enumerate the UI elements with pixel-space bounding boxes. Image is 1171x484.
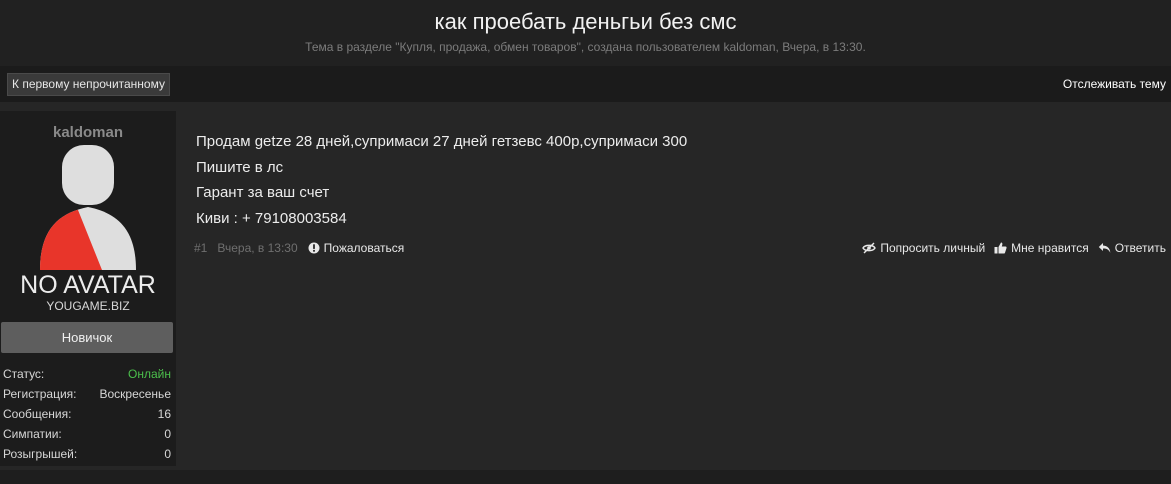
request-private-label: Попросить личный	[880, 241, 986, 255]
stat-status: Статус: Онлайн	[3, 364, 171, 384]
stat-label: Розыгрышей:	[3, 447, 78, 461]
stat-label: Статус:	[3, 367, 45, 381]
stat-giveaways: Розыгрышей: 0	[3, 444, 171, 464]
reply-button[interactable]: Ответить	[1098, 241, 1166, 255]
like-button[interactable]: Мне нравится	[994, 241, 1089, 255]
like-label: Мне нравится	[1011, 241, 1089, 255]
thread-title: как проебать деньгьи без смс	[434, 9, 737, 34]
stat-label: Сообщения:	[3, 407, 72, 421]
post-date-link[interactable]: Вчера, в 13:30	[217, 241, 297, 255]
thread-subtitle: Тема в разделе "Купля, продажа, обмен то…	[305, 40, 866, 54]
thread-header: как проебать деньгьи без смс Тема в разд…	[0, 0, 1171, 66]
author-username[interactable]: kaldoman	[0, 124, 176, 141]
stat-likes: Симпатии: 0	[3, 424, 171, 444]
stat-value: 16	[157, 407, 171, 421]
page-footer-strip	[0, 470, 1171, 484]
post-line: Гарант за ваш счет	[196, 184, 330, 201]
eye-slash-icon	[862, 242, 877, 254]
post-number-link[interactable]: #1	[194, 241, 207, 255]
stat-label: Симпатии:	[3, 427, 62, 441]
post-line: Пишите в лс	[196, 158, 284, 176]
report-icon	[308, 242, 320, 254]
thumbs-up-icon	[994, 242, 1007, 254]
author-stats: Статус: Онлайн Регистрация: Воскресенье …	[3, 364, 171, 464]
watch-thread-link[interactable]: Отслеживать тему	[1063, 77, 1166, 91]
post-line: Продам getze 28 дней,супримаси 27 дней г…	[196, 133, 688, 150]
avatar-site-text: YOUGAME.BIZ	[46, 299, 129, 313]
stat-value: 0	[164, 427, 171, 441]
author-avatar[interactable]: NO AVATAR YOUGAME.BIZ	[18, 145, 158, 315]
stat-value: Воскресенье	[99, 387, 171, 401]
report-label: Пожаловаться	[323, 241, 405, 255]
request-private-button[interactable]: Попросить личный	[862, 241, 985, 255]
report-link[interactable]: Пожаловаться	[308, 241, 405, 255]
stat-value: Онлайн	[128, 367, 171, 381]
avatar-text: NO AVATAR	[20, 271, 156, 299]
no-avatar-image: NO AVATAR YOUGAME.BIZ	[20, 145, 156, 313]
post-message: Продам getze 28 дней,супримаси 27 дней г…	[196, 129, 687, 231]
stat-messages: Сообщения: 16	[3, 404, 171, 424]
stat-value: 0	[164, 447, 171, 461]
thread-toolbar: К первому непрочитанному Отслеживать тем…	[0, 66, 1171, 102]
reply-icon	[1098, 243, 1111, 253]
user-rank-badge: Новичок	[1, 322, 173, 353]
stat-label: Регистрация:	[3, 387, 77, 401]
reply-label: Ответить	[1114, 241, 1166, 255]
post-line: Киви : + 79108003584	[196, 209, 347, 227]
post-actions: Попросить личный Мне нравится Ответить	[853, 241, 1166, 255]
stat-registration: Регистрация: Воскресенье	[3, 384, 171, 404]
first-unread-button[interactable]: К первому непрочитанному	[7, 73, 170, 96]
post-meta: #1 Вчера, в 13:30 Пожаловаться	[194, 241, 404, 255]
